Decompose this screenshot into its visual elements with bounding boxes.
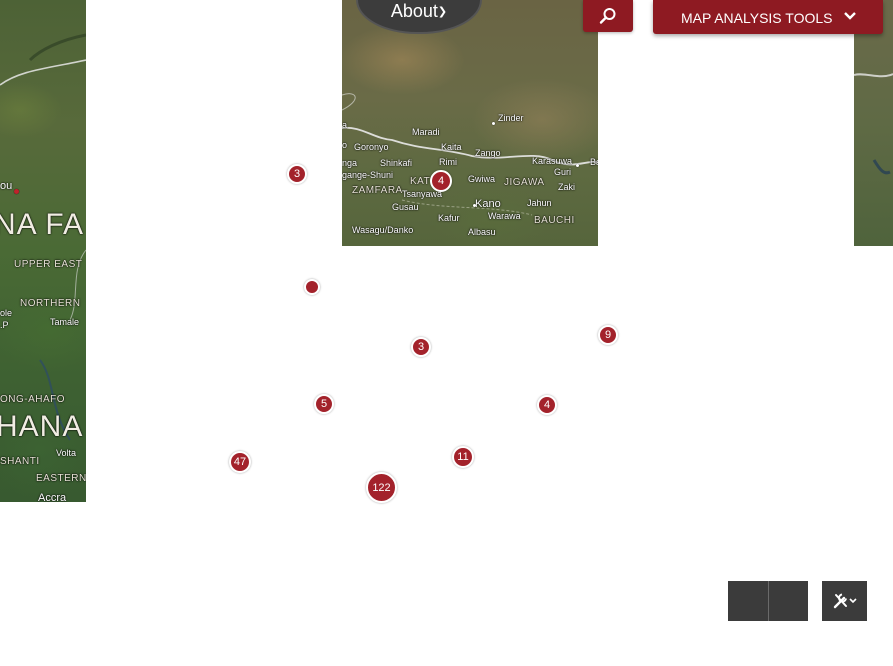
map-label: Ba xyxy=(590,157,598,167)
search-icon xyxy=(599,8,616,24)
map-label: Gusau xyxy=(392,202,419,212)
extent-navigation xyxy=(728,581,808,621)
map-label: Zinder xyxy=(498,113,524,123)
map-label: Shinkafi xyxy=(380,158,413,168)
map-label: Kaita xyxy=(441,142,462,152)
tools-label: MAP ANALYSIS TOOLS xyxy=(681,10,833,26)
map-label: o xyxy=(342,140,348,150)
map-analysis-tools-button[interactable]: MAP ANALYSIS TOOLS xyxy=(653,0,883,34)
country-label: HANA xyxy=(0,410,84,443)
cluster-marker[interactable]: 5 xyxy=(314,394,334,414)
cluster-marker[interactable]: 4 xyxy=(430,170,452,192)
city-marker xyxy=(576,164,579,167)
map-label: .P xyxy=(0,320,9,330)
map-label: Albasu xyxy=(468,227,496,237)
map-label: Tamale xyxy=(50,317,80,327)
map-label: Maradi xyxy=(412,127,440,137)
map-label: gange-Shuni xyxy=(342,170,394,180)
city-marker xyxy=(473,204,476,207)
map-label: Kafur xyxy=(438,213,460,223)
map-label: Volta xyxy=(56,448,77,458)
chevron-down-icon: ❯ xyxy=(437,6,448,18)
map-label: Jahun xyxy=(527,198,552,208)
region-label: EASTERN xyxy=(36,473,86,484)
region-label: SHANTI xyxy=(0,456,40,467)
previous-extent-button[interactable] xyxy=(728,581,768,621)
region-label: NORTHERN xyxy=(20,298,81,309)
map-label: Accra xyxy=(38,492,67,502)
cluster-marker[interactable]: 11 xyxy=(452,446,474,468)
region-label: ONG-AHAFO xyxy=(0,394,66,405)
map-label: Warawa xyxy=(488,211,521,221)
map-label: ou xyxy=(0,180,13,192)
cluster-marker[interactable]: 3 xyxy=(287,164,307,184)
cluster-marker[interactable]: 4 xyxy=(537,395,557,415)
search-button[interactable] xyxy=(583,0,633,32)
map-label: Wasagu/Danko xyxy=(352,225,414,235)
region-label: JIGAWA xyxy=(504,177,545,188)
cluster-marker[interactable]: 9 xyxy=(598,325,618,345)
about-label: About xyxy=(390,1,438,21)
map-label: Karasuwa xyxy=(532,156,573,166)
map-label: Goronyo xyxy=(354,142,389,152)
map-label: ole xyxy=(0,308,13,318)
cluster-marker[interactable]: 47 xyxy=(229,451,251,473)
border-lines xyxy=(342,93,598,216)
chevron-down-icon xyxy=(844,12,856,20)
map-label: Zaki xyxy=(558,182,576,192)
region-label: BAUCHI xyxy=(534,215,575,226)
cluster-marker[interactable]: 3 xyxy=(411,337,431,357)
map-tile-east[interactable] xyxy=(854,0,893,246)
city-marker xyxy=(492,122,495,125)
map-label: Rimi xyxy=(439,157,457,167)
tools-toggle-button[interactable] xyxy=(822,581,867,621)
country-label: NA FA xyxy=(0,208,85,241)
tools-icon xyxy=(833,593,857,609)
region-label: ZAMFARA xyxy=(352,185,403,196)
map-tile-nigeria[interactable]: Zinder Maradi a o Goronyo Kaita Zango ng… xyxy=(342,0,598,246)
map-label: Gwiwa xyxy=(468,174,496,184)
cluster-marker[interactable]: 122 xyxy=(366,472,397,503)
point-marker[interactable] xyxy=(304,279,320,295)
map-label: Zango xyxy=(475,148,501,158)
border-lines xyxy=(854,73,893,175)
map-tile-ghana[interactable]: ou NA FA UPPER EAST NORTHERN Tamale ole … xyxy=(0,0,86,502)
map-label: a xyxy=(342,120,348,130)
next-extent-button[interactable] xyxy=(768,581,808,621)
map-label: Kano xyxy=(475,198,501,210)
city-marker xyxy=(14,189,19,194)
map-label: Guri xyxy=(554,167,572,177)
region-label: UPPER EAST xyxy=(14,259,83,270)
map-label: nga xyxy=(342,158,358,168)
